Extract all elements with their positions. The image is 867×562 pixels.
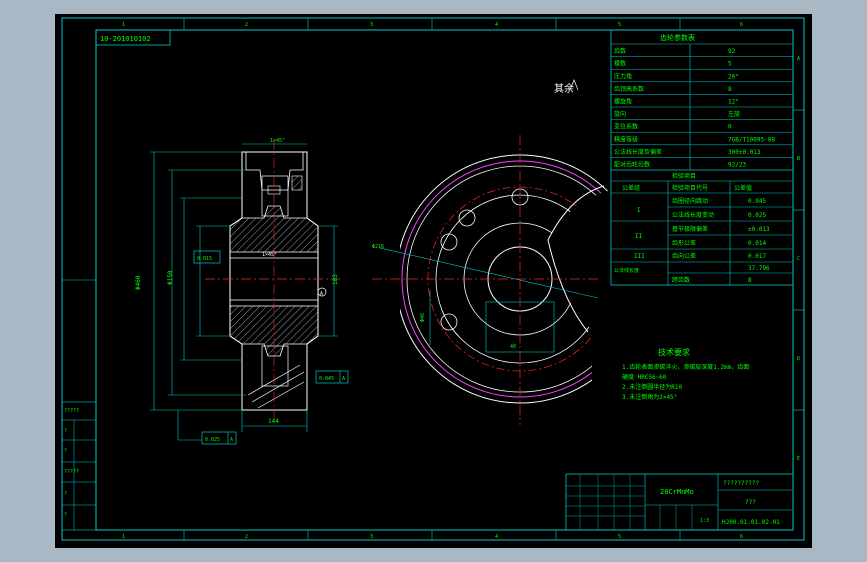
- zone-top-1: 1: [122, 22, 125, 28]
- check-value-2b: 0.014: [748, 240, 766, 247]
- dim-keyway: 40: [510, 344, 516, 350]
- zone-top-4: 4: [495, 22, 498, 28]
- check-header: 检验项目: [672, 172, 696, 180]
- param-label-8: 公法线长度及偏差: [614, 148, 662, 156]
- drawing-number: HJ00.01.01.02-01: [722, 519, 780, 526]
- left-label-1: ?: [64, 428, 67, 434]
- zone-top-2: 2: [245, 22, 248, 28]
- param-value-1: 5: [728, 61, 732, 68]
- param-label-1: 模数: [614, 60, 626, 68]
- check-item-1b: 公法线长度变动: [672, 211, 714, 219]
- dim-right-diameter: Φ216: [372, 244, 384, 250]
- svg-text:A: A: [230, 437, 233, 443]
- param-value-0: 92: [728, 48, 736, 55]
- svg-text:A: A: [342, 376, 345, 382]
- left-label-3: ?????: [64, 469, 79, 475]
- param-value-6: 0: [728, 124, 732, 131]
- check-value-1a: 0.045: [748, 198, 766, 205]
- check-value-4a: 37.796: [748, 265, 770, 272]
- tech-req-line-4: 3.未注倒角为2×45°: [622, 393, 677, 401]
- param-label-7: 精度等级: [614, 135, 638, 143]
- param-label-9: 配对齿轮齿数: [614, 161, 650, 169]
- check-group-4: 公法线长度: [614, 267, 639, 274]
- svg-text:0.045: 0.045: [319, 376, 334, 382]
- param-value-3: 8: [728, 86, 732, 93]
- left-label-0: ?????: [64, 408, 79, 414]
- zone-top-3: 3: [370, 22, 373, 28]
- check-item-1a: 齿圈径向跳动: [672, 197, 708, 205]
- check-item-3a: 齿向公差: [672, 252, 696, 260]
- check-item-2b: 齿形公差: [672, 239, 696, 247]
- dim-ref-width: 144: [268, 418, 279, 425]
- zone-bottom-1: 1: [122, 534, 125, 540]
- dim-right-width: 185: [332, 274, 339, 285]
- tech-req-line-2: 硬度 HRC56~60: [622, 373, 667, 381]
- tech-req-line-1: 1.齿轮表面渗碳淬火，渗碳层深度1.2mm，齿面: [622, 363, 749, 371]
- zone-top-5: 5: [618, 22, 621, 28]
- param-table-header: 齿轮参数表: [660, 33, 695, 42]
- drawing-number-top: 10-201010102: [100, 35, 151, 43]
- check-value-1b: 0.025: [748, 212, 766, 219]
- zone-right-c: C: [797, 256, 800, 262]
- roughness-note: 其余: [554, 82, 574, 95]
- check-group-3: III: [634, 253, 645, 260]
- tech-req-line-3: 2.未注倒圆半径为R10: [622, 383, 682, 391]
- check-value-3a: 0.017: [748, 253, 766, 260]
- param-value-2: 20°: [728, 73, 739, 80]
- dim-top-chamfer: 1×45°: [270, 138, 285, 144]
- param-value-4: 12°: [728, 99, 739, 106]
- dim-hole-diameter: Φ46: [420, 313, 426, 322]
- param-label-0: 齿数: [614, 47, 626, 55]
- cad-drawing-canvas: 1 2 3 4 5 6 1 2 3 4 5 6 A B C D E 10-201…: [55, 14, 812, 548]
- check-group-2: II: [635, 233, 643, 240]
- zone-bottom-6: 6: [740, 534, 743, 540]
- param-label-5: 旋向: [614, 110, 626, 118]
- dim-big-diameter: Φ460: [135, 275, 142, 290]
- left-label-2: ?: [64, 448, 67, 454]
- zone-right-d: D: [797, 356, 800, 362]
- check-col-group: 公差组: [622, 184, 640, 192]
- left-label-4: ?: [64, 491, 67, 497]
- left-label-5: ?: [64, 512, 67, 518]
- param-value-7: 7GB/T10095-88: [728, 136, 775, 143]
- param-value-5: 左旋: [728, 110, 740, 118]
- check-col-value: 公差值: [734, 184, 752, 192]
- param-label-2: 压力角: [614, 72, 632, 80]
- zone-bottom-5: 5: [618, 534, 621, 540]
- tech-req-title: 技术要求: [658, 347, 690, 357]
- param-label-6: 变位系数: [614, 123, 638, 131]
- check-item-4a: 跨齿数: [672, 276, 690, 284]
- check-col-item: 检验项目代号: [672, 184, 708, 192]
- check-item-2a: 基节极限偏差: [672, 225, 708, 233]
- dim-hub-label: 1×45°: [262, 252, 277, 258]
- param-label-4: 螺旋角: [614, 98, 632, 106]
- scale: 1:3: [700, 518, 709, 524]
- zone-bottom-4: 4: [495, 534, 498, 540]
- dim-bore-diameter: Φ150: [167, 270, 174, 285]
- param-value-9: 92/23: [728, 162, 746, 169]
- company: ??????????: [723, 480, 760, 487]
- material: 20CrMnMo: [660, 488, 694, 496]
- zone-right-b: B: [797, 156, 800, 162]
- check-value-4b: 8: [748, 277, 752, 284]
- svg-text:0.025: 0.025: [205, 437, 220, 443]
- svg-text:0.015: 0.015: [197, 256, 212, 262]
- check-group-1: I: [637, 207, 641, 214]
- param-value-8: 300±0.013: [728, 149, 761, 156]
- zone-right-e: E: [797, 456, 800, 462]
- check-value-2a: ±0.013: [748, 226, 770, 233]
- datum-marker: A: [320, 291, 323, 297]
- zone-right-a: A: [797, 56, 800, 62]
- part-name: ???: [745, 499, 756, 506]
- param-label-3: 齿顶高系数: [614, 85, 644, 93]
- zone-top-6: 6: [740, 22, 743, 28]
- zone-bottom-2: 2: [245, 534, 248, 540]
- zone-bottom-3: 3: [370, 534, 373, 540]
